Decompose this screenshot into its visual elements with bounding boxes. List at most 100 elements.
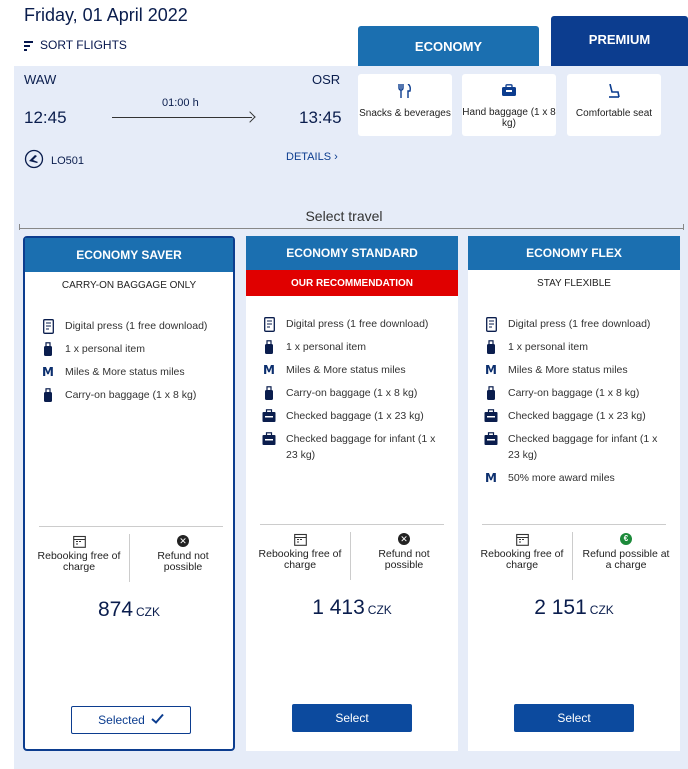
list-item: Checked baggage (1 x 23 kg) xyxy=(484,408,670,424)
list-item: 1 x personal item xyxy=(262,339,448,355)
suitcase-icon xyxy=(262,431,276,447)
rebooking-text: Rebooking free of charge xyxy=(37,550,121,573)
divider-tick xyxy=(19,224,20,230)
euro-circle-icon: € xyxy=(619,532,633,546)
details-link[interactable]: DETAILS › xyxy=(286,151,338,163)
list-item: M Miles & More status miles xyxy=(262,362,448,378)
policy-divider xyxy=(129,534,130,582)
select-travel-divider xyxy=(19,228,684,229)
price-amount: 1 413 xyxy=(312,596,365,619)
price-currency: CZK xyxy=(589,603,614,617)
feature-text: 1 x personal item xyxy=(286,341,366,353)
fare-card-economy-standard[interactable]: ECONOMY STANDARD OUR RECOMMENDATION Digi… xyxy=(246,236,458,751)
bag-icon xyxy=(41,341,55,357)
feature-text: Miles & More status miles xyxy=(508,364,628,376)
tablet-icon xyxy=(262,316,276,332)
select-button[interactable]: Select xyxy=(292,704,412,732)
route-arrow xyxy=(112,117,252,118)
selected-button[interactable]: Selected xyxy=(71,706,191,734)
fare-name: ECONOMY STANDARD xyxy=(246,236,458,270)
destination-code: OSR xyxy=(312,72,341,87)
select-button[interactable]: Select xyxy=(514,704,634,732)
divider xyxy=(39,526,223,527)
recommendation-badge: OUR RECOMMENDATION xyxy=(246,270,458,296)
feature-text: Checked baggage (1 x 23 kg) xyxy=(508,410,646,422)
refund-policy: ✕ Refund not possible xyxy=(358,532,450,571)
flight-number: LO501 xyxy=(24,149,84,172)
feature-text: Carry-on baggage (1 x 8 kg) xyxy=(286,387,418,399)
bag-icon xyxy=(484,385,498,401)
list-item: M Miles & More status miles xyxy=(484,362,670,378)
miles-icon: M xyxy=(485,363,497,377)
x-circle-icon: ✕ xyxy=(397,532,411,546)
refund-policy: ✕ Refund not possible xyxy=(137,534,229,573)
fare-features: Digital press (1 free download) 1 x pers… xyxy=(262,316,448,470)
tablet-icon xyxy=(41,318,55,334)
refund-policy: € Refund possible at a charge xyxy=(580,532,672,571)
tab-premium[interactable]: PREMIUM xyxy=(551,16,688,67)
list-item: Checked baggage (1 x 23 kg) xyxy=(262,408,448,424)
miles-icon: M xyxy=(485,471,497,485)
feature-seat: Comfortable seat xyxy=(567,74,661,136)
feature-text: Checked baggage for infant (1 x 23 kg) xyxy=(508,433,658,461)
feature-text: 50% more award miles xyxy=(508,472,615,484)
bag-icon xyxy=(484,339,498,355)
feature-label: Comfortable seat xyxy=(575,108,653,119)
list-item: M Miles & More status miles xyxy=(41,364,227,380)
checkmark-icon xyxy=(151,713,164,727)
feature-label: Snacks & beverages xyxy=(359,108,451,119)
fare-price: 1 413 CZK xyxy=(246,596,458,620)
fare-subtitle: STAY FLEXIBLE xyxy=(537,277,611,289)
rebooking-policy: Rebooking free of charge xyxy=(476,532,568,571)
hand-baggage-icon xyxy=(501,84,517,102)
flight-number-label: LO501 xyxy=(51,154,85,167)
feature-text: Digital press (1 free download) xyxy=(65,320,208,332)
origin-code: WAW xyxy=(24,72,57,87)
calendar-icon xyxy=(72,534,86,548)
feature-label: Hand baggage (1 x 8 kg) xyxy=(462,107,556,129)
select-travel-heading: Select travel xyxy=(305,208,383,224)
list-item: M 50% more award miles xyxy=(484,470,670,486)
feature-text: Carry-on baggage (1 x 8 kg) xyxy=(508,387,640,399)
miles-icon: M xyxy=(42,365,54,379)
price-amount: 2 151 xyxy=(534,596,587,619)
fare-card-economy-saver[interactable]: ECONOMY SAVER CARRY-ON BAGGAGE ONLY Digi… xyxy=(23,236,235,751)
feature-hand-baggage: Hand baggage (1 x 8 kg) xyxy=(462,74,556,136)
list-item: Digital press (1 free download) xyxy=(484,316,670,332)
suitcase-icon xyxy=(262,408,276,424)
fare-name: ECONOMY FLEX xyxy=(468,236,680,270)
list-item: 1 x personal item xyxy=(41,341,227,357)
x-circle-icon: ✕ xyxy=(176,534,190,548)
sort-flights-button[interactable]: SORT FLIGHTS xyxy=(24,38,127,52)
list-item: Carry-on baggage (1 x 8 kg) xyxy=(41,387,227,403)
bag-icon xyxy=(41,387,55,403)
flight-route: WAW OSR 12:45 13:45 01:00 h LO501 DETAIL… xyxy=(24,72,344,172)
policy-divider xyxy=(572,532,573,580)
price-currency: CZK xyxy=(367,603,392,617)
rebooking-policy: Rebooking free of charge xyxy=(254,532,346,571)
rebooking-text: Rebooking free of charge xyxy=(480,548,564,571)
page-date: Friday, 01 April 2022 xyxy=(24,5,188,25)
divider-tick xyxy=(683,224,684,230)
list-item: Carry-on baggage (1 x 8 kg) xyxy=(262,385,448,401)
suitcase-icon xyxy=(484,431,498,447)
arrival-time: 13:45 xyxy=(299,108,342,127)
list-item: 1 x personal item xyxy=(484,339,670,355)
arrow-head-icon xyxy=(244,111,256,123)
feature-text: Digital press (1 free download) xyxy=(508,318,651,330)
airline-logo-icon xyxy=(24,149,44,172)
tab-economy[interactable]: ECONOMY xyxy=(358,26,539,67)
feature-text: Carry-on baggage (1 x 8 kg) xyxy=(65,389,197,401)
miles-icon: M xyxy=(263,363,275,377)
price-amount: 874 xyxy=(97,598,134,621)
calendar-icon xyxy=(515,532,529,546)
sort-icon xyxy=(24,40,34,51)
feature-text: 1 x personal item xyxy=(508,341,588,353)
fare-card-economy-flex[interactable]: ECONOMY FLEX STAY FLEXIBLE Digital press… xyxy=(468,236,680,751)
rebooking-text: Rebooking free of charge xyxy=(258,548,342,571)
list-item: Digital press (1 free download) xyxy=(262,316,448,332)
refund-text: Refund not possible xyxy=(378,548,430,571)
policy-divider xyxy=(350,532,351,580)
refund-text: Refund not possible xyxy=(157,550,209,573)
fare-subtitle: CARRY-ON BAGGAGE ONLY xyxy=(61,279,197,291)
